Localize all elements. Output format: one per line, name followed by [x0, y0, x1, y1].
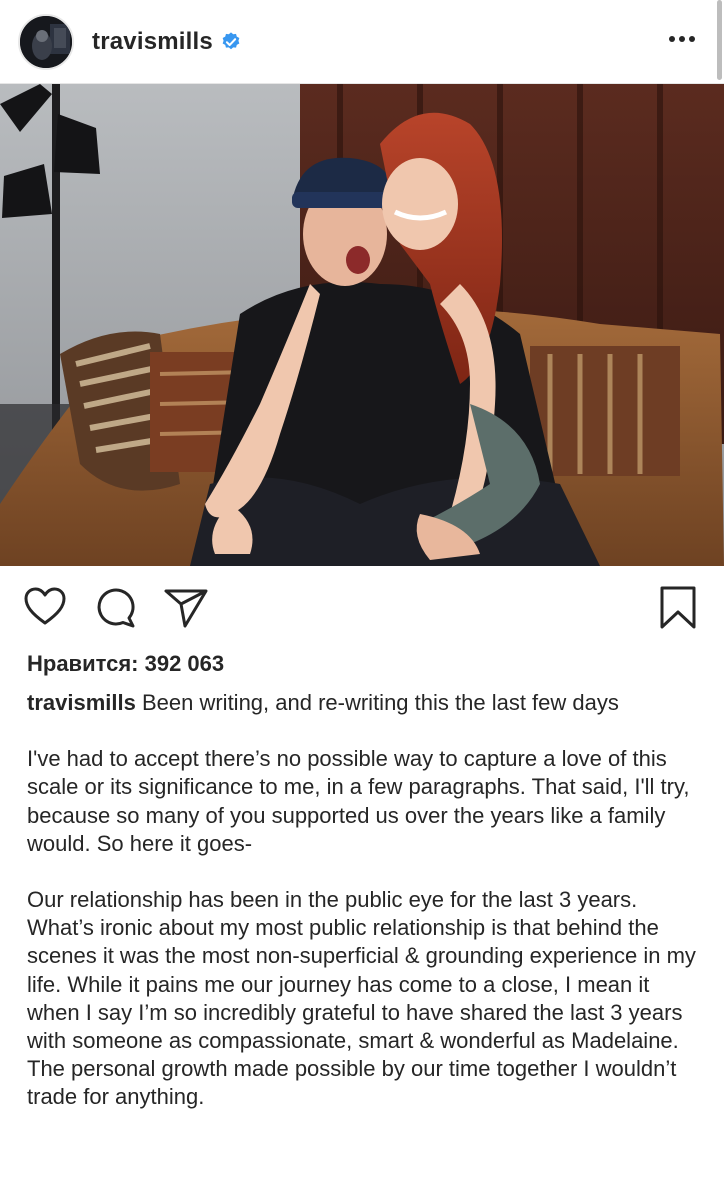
- caption-text: Been writing, and re-writing this the la…: [141, 690, 619, 715]
- verified-badge-icon: [222, 31, 240, 49]
- post-caption: travismills Been writing, and re-writing…: [27, 689, 697, 1112]
- more-options-icon: [669, 36, 695, 42]
- caption-paragraph: I've had to accept there’s no possible w…: [27, 746, 690, 856]
- comment-icon[interactable]: [96, 587, 138, 629]
- caption-paragraph: Our relationship has been in the public …: [27, 887, 696, 1110]
- post-actions-bar: [0, 566, 724, 650]
- post-header: travismills: [0, 0, 724, 84]
- avatar-image: [20, 15, 72, 68]
- scrollbar[interactable]: [717, 0, 722, 80]
- heart-icon[interactable]: [23, 586, 67, 628]
- caption-first-paragraph: travismills Been writing, and re-writing…: [27, 689, 697, 717]
- share-icon[interactable]: [163, 587, 209, 629]
- caption-username[interactable]: travismills: [27, 690, 136, 715]
- likes-count[interactable]: Нравится: 392 063: [27, 651, 224, 677]
- username[interactable]: travismills: [92, 28, 213, 56]
- avatar[interactable]: [18, 13, 74, 70]
- more-options-button[interactable]: [662, 24, 702, 54]
- post-photo[interactable]: [0, 84, 724, 566]
- bookmark-icon[interactable]: [658, 585, 698, 631]
